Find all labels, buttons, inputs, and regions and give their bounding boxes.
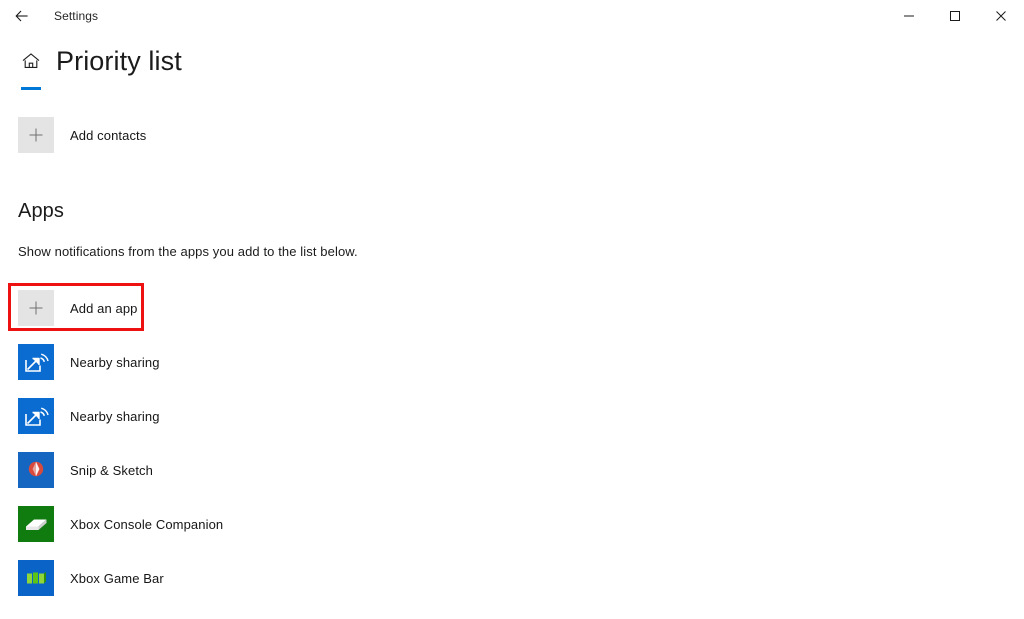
xbox-game-bar-icon [18, 560, 54, 596]
add-an-app-label: Add an app [70, 300, 138, 316]
home-icon [21, 52, 41, 75]
list-item[interactable]: Xbox Game Bar [18, 560, 164, 596]
add-an-app-button[interactable] [18, 290, 54, 326]
page-header: Priority list [16, 44, 182, 90]
list-item-label: Xbox Game Bar [70, 570, 164, 586]
home-active-indicator [21, 87, 41, 90]
plus-icon [26, 298, 46, 318]
add-contacts-button[interactable] [18, 117, 54, 153]
minimize-button[interactable] [886, 0, 932, 32]
list-item[interactable]: Xbox Console Companion [18, 506, 223, 542]
list-item-label: Nearby sharing [70, 408, 160, 424]
list-item-label: Xbox Console Companion [70, 516, 224, 532]
list-item[interactable]: Nearby sharing [18, 398, 160, 434]
back-arrow-icon [14, 8, 30, 24]
nearby-sharing-icon [18, 344, 54, 380]
list-item-label: Nearby sharing [70, 354, 160, 370]
back-button[interactable] [2, 1, 42, 31]
close-icon [995, 10, 1007, 22]
maximize-icon [949, 10, 961, 22]
title-bar: Settings [0, 0, 1024, 32]
xbox-console-companion-icon [18, 506, 54, 542]
list-item[interactable]: Snip & Sketch [18, 452, 153, 488]
minimize-icon [903, 10, 915, 22]
apps-section-description: Show notifications from the apps you add… [18, 244, 358, 259]
home-button[interactable] [16, 44, 46, 90]
window-controls [886, 0, 1024, 32]
add-contacts-row[interactable]: Add contacts [18, 117, 146, 153]
plus-icon [26, 125, 46, 145]
apps-section-heading: Apps [18, 200, 64, 222]
nearby-sharing-icon [18, 398, 54, 434]
list-item-label: Snip & Sketch [70, 462, 153, 478]
list-item[interactable]: Nearby sharing [18, 344, 160, 380]
snip-and-sketch-icon [18, 452, 54, 488]
maximize-button[interactable] [932, 0, 978, 32]
add-an-app-row[interactable]: Add an app [18, 290, 138, 326]
page-title: Priority list [56, 46, 182, 76]
app-title: Settings [54, 9, 99, 23]
add-contacts-label: Add contacts [70, 127, 147, 143]
close-button[interactable] [978, 0, 1024, 32]
